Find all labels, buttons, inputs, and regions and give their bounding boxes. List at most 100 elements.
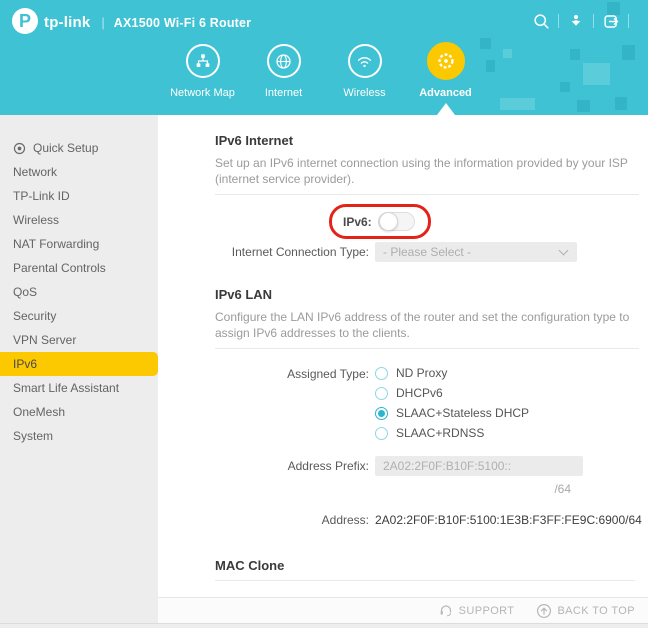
- tab-advanced[interactable]: Advanced: [405, 42, 486, 106]
- section-title-mac-clone: MAC Clone: [215, 558, 285, 573]
- router-model-title: AX1500 Wi-Fi 6 Router: [113, 15, 252, 30]
- sidebar-item-label: OneMesh: [13, 405, 66, 419]
- sidebar-item-label: QoS: [13, 285, 38, 299]
- sidebar-item-label: Smart Life Assistant: [13, 381, 120, 395]
- address-prefix-input[interactable]: 2A02:2F0F:B10F:5100::: [375, 456, 583, 476]
- tab-label: Network Map: [170, 87, 235, 99]
- sidebar-item-label: TP-Link ID: [13, 189, 70, 203]
- tab-network-map[interactable]: Network Map: [162, 44, 243, 106]
- divider: [215, 580, 635, 581]
- connection-type-select[interactable]: - Please Select -: [375, 242, 577, 262]
- quick-setup-icon: [13, 142, 26, 155]
- sidebar-item-label: NAT Forwarding: [13, 237, 100, 251]
- sidebar-item-label: VPN Server: [13, 333, 77, 347]
- ipv6-toggle-row: IPv6:: [329, 204, 635, 239]
- footer-bar: SUPPORT BACK TO TOP: [158, 597, 648, 623]
- tab-label: Wireless: [343, 87, 386, 99]
- tab-internet[interactable]: Internet: [243, 44, 324, 106]
- connection-type-row: Internet Connection Type: - Please Selec…: [215, 242, 635, 262]
- radio-nd-proxy[interactable]: ND Proxy: [375, 366, 529, 380]
- tab-label: Advanced: [419, 87, 472, 99]
- headset-icon: [440, 605, 451, 617]
- radio-label: SLAAC+RDNSS: [396, 426, 485, 440]
- sidebar-item-label: Network: [13, 165, 58, 179]
- gear-icon: [426, 42, 465, 80]
- sidebar-item-label: Quick Setup: [33, 141, 99, 155]
- tab-wireless[interactable]: Wireless: [324, 44, 405, 106]
- sidebar-item-wireless[interactable]: Wireless: [0, 208, 158, 232]
- assigned-type-options: ND Proxy DHCPv6 SLAAC+Stateless DHCP SLA…: [375, 366, 529, 446]
- ipv6-toggle[interactable]: [377, 212, 415, 231]
- icon-separator: [558, 14, 559, 28]
- back-to-top-label: BACK TO TOP: [557, 604, 635, 617]
- ipv6-toggle-label: IPv6:: [343, 214, 372, 229]
- radio-label: DHCPv6: [396, 386, 443, 400]
- sidebar-item-label: System: [13, 429, 54, 443]
- sidebar-item-smart-life-assistant[interactable]: Smart Life Assistant: [0, 376, 158, 400]
- assigned-type-label: Assigned Type:: [287, 367, 369, 381]
- sidebar-item-label: Wireless: [13, 213, 60, 227]
- topbar-icons: [531, 11, 636, 31]
- address-prefix-row: Address Prefix: 2A02:2F0F:B10F:5100::: [215, 456, 635, 476]
- brand-separator: |: [101, 14, 105, 30]
- sidebar-item-network[interactable]: Network: [0, 160, 158, 184]
- tplink-logo-icon: P: [12, 8, 38, 34]
- active-tab-pointer: [437, 103, 455, 115]
- sidebar-item-quick-setup[interactable]: Quick Setup: [0, 136, 158, 160]
- sidebar-item-ipv6[interactable]: IPv6: [0, 352, 158, 376]
- internet-globe-icon: [266, 44, 301, 78]
- search-icon[interactable]: [531, 11, 551, 31]
- support-button[interactable]: SUPPORT: [438, 603, 515, 618]
- topbar: P tp-link | AX1500 Wi-Fi 6 Router: [0, 0, 648, 36]
- sidebar-item-tplink-id[interactable]: TP-Link ID: [0, 184, 158, 208]
- arrow-up-circle-icon: [537, 603, 552, 618]
- network-map-icon: [185, 44, 220, 78]
- sidebar-item-label: IPv6: [13, 357, 38, 371]
- section-description: Set up an IPv6 internet connection using…: [215, 155, 639, 195]
- radio-label: ND Proxy: [396, 366, 448, 380]
- firmware-update-icon[interactable]: [566, 11, 586, 31]
- icon-separator: [593, 14, 594, 28]
- prefix-length-row: /64: [215, 476, 635, 496]
- sidebar-item-nat-forwarding[interactable]: NAT Forwarding: [0, 232, 158, 256]
- radio-icon: [375, 386, 388, 400]
- radio-icon-selected: [375, 406, 388, 420]
- red-annotation-box: IPv6:: [329, 204, 431, 239]
- sidebar-item-vpn-server[interactable]: VPN Server: [0, 328, 158, 352]
- sidebar-item-system[interactable]: System: [0, 424, 158, 448]
- address-row: Address: 2A02:2F0F:B10F:5100:1E3B:F3FF:F…: [215, 513, 642, 527]
- header-bar: P tp-link | AX1500 Wi-Fi 6 Router Networ…: [0, 0, 648, 115]
- brand-name: tp-link: [44, 13, 91, 31]
- bottom-strip: [0, 623, 648, 628]
- sidebar-item-label: Parental Controls: [13, 261, 106, 275]
- address-label: Address:: [321, 513, 369, 527]
- radio-slaac-stateless-dhcp[interactable]: SLAAC+Stateless DHCP: [375, 406, 529, 420]
- radio-icon: [375, 366, 388, 380]
- sidebar: Quick Setup Network TP-Link ID Wireless …: [0, 115, 158, 623]
- radio-label: SLAAC+Stateless DHCP: [396, 406, 530, 420]
- radio-dhcpv6[interactable]: DHCPv6: [375, 386, 529, 400]
- connection-type-label: Internet Connection Type:: [231, 245, 369, 259]
- chevron-down-icon: [558, 245, 569, 256]
- toggle-knob: [378, 212, 398, 231]
- support-label: SUPPORT: [458, 604, 515, 617]
- sidebar-item-label: Security: [13, 309, 57, 323]
- connection-type-value: - Please Select -: [383, 245, 472, 259]
- tab-label: Internet: [264, 87, 303, 99]
- sidebar-item-qos[interactable]: QoS: [0, 280, 158, 304]
- radio-icon: [375, 426, 388, 440]
- assigned-type-row: Assigned Type: ND Proxy DHCPv6 SLAAC+Sta…: [215, 366, 635, 446]
- section-description: Configure the LAN IPv6 address of the ro…: [215, 309, 639, 349]
- address-value: 2A02:2F0F:B10F:5100:1E3B:F3FF:FE9C:6900/…: [375, 513, 642, 527]
- back-to-top-button[interactable]: BACK TO TOP: [536, 603, 635, 619]
- logout-icon[interactable]: [601, 11, 621, 31]
- radio-slaac-rdnss[interactable]: SLAAC+RDNSS: [375, 426, 529, 440]
- sidebar-item-security[interactable]: Security: [0, 304, 158, 328]
- main-content: IPv6 Internet Set up an IPv6 internet co…: [158, 115, 648, 597]
- wifi-icon: [347, 44, 382, 78]
- main-nav: Network Map Internet Wireless Advanced: [0, 42, 648, 106]
- section-title-ipv6-lan: IPv6 LAN: [215, 287, 273, 302]
- sidebar-item-parental-controls[interactable]: Parental Controls: [0, 256, 158, 280]
- sidebar-item-onemesh[interactable]: OneMesh: [0, 400, 158, 424]
- address-prefix-label: Address Prefix:: [287, 459, 369, 473]
